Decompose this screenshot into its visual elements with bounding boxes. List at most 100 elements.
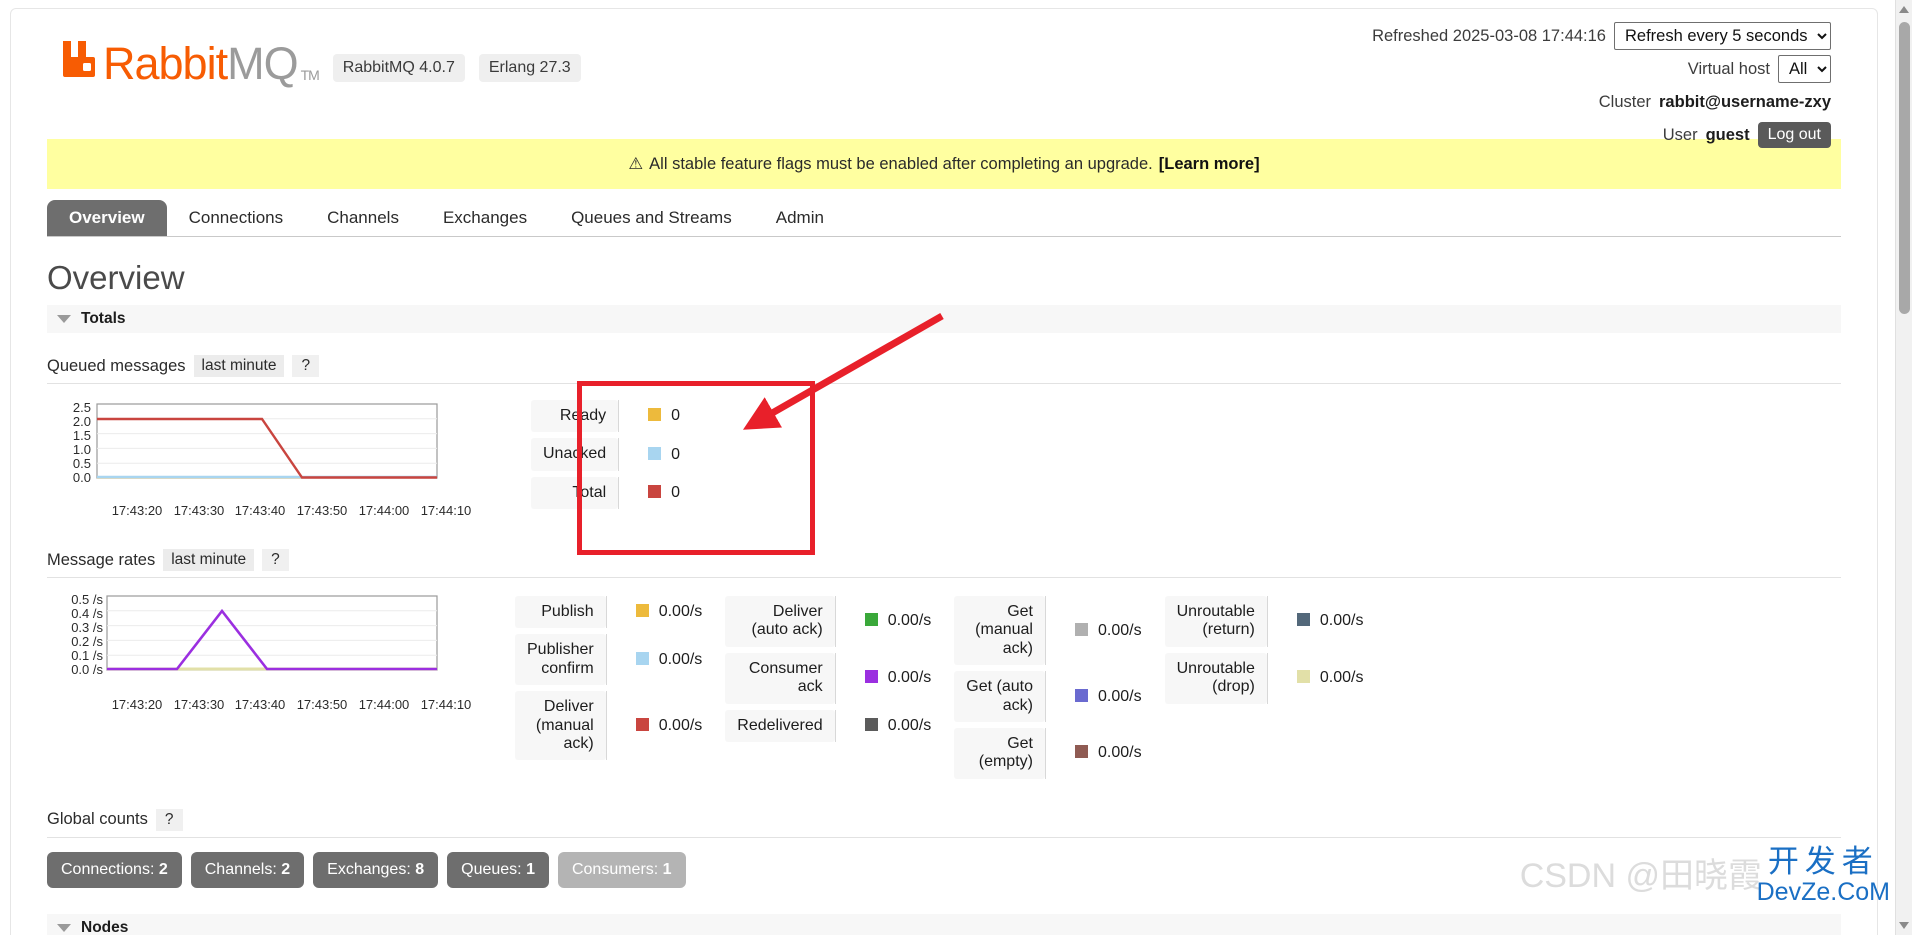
swatch-ready-icon (648, 408, 662, 422)
tab-overview[interactable]: Overview (47, 200, 167, 236)
erlang-version-badge: Erlang 27.3 (478, 54, 581, 82)
rate-number-get-empty: 0.00/s (1097, 744, 1142, 762)
logo-text-mq: MQ (227, 38, 298, 89)
logo-trademark: TM (300, 67, 320, 83)
rate-value-get-manual-ack: 0.00/s (1063, 596, 1143, 665)
tab-admin[interactable]: Admin (754, 200, 846, 236)
rate-row-publisher-confirm: Publisher confirm 0.00/s (515, 634, 703, 686)
rate-number-deliver-manual-ack: 0.00/s (658, 716, 703, 734)
cluster-label: Cluster (1598, 92, 1652, 111)
count-label-exchanges: Exchanges: (327, 860, 411, 878)
count-value-exchanges: 8 (415, 860, 425, 878)
vhost-row: Virtual host All (1372, 55, 1831, 83)
logout-button[interactable]: Log out (1757, 122, 1831, 148)
swatch-deliver-auto-ack-icon (864, 613, 878, 627)
swatch-get-auto-ack-icon (1074, 688, 1088, 702)
message-rates-period-chip[interactable]: last minute (163, 549, 255, 571)
rabbitmq-logo-icon (61, 39, 97, 79)
tab-exchanges[interactable]: Exchanges (421, 200, 549, 236)
ytick-0-3s: 0.3 /s (71, 620, 103, 635)
rate-value-unroutable-drop: 0.00/s (1285, 653, 1365, 704)
refresh-row: Refreshed 2025-03-08 17:44:16 Refresh ev… (1372, 22, 1831, 50)
rate-row-redelivered: Redelivered 0.00/s (725, 709, 932, 742)
legend-label-unacked: Unacked (531, 438, 619, 471)
message-rates-legend-col-1: Publish 0.00/s Publisher confirm 0.00/s … (515, 590, 703, 766)
ytick-0-0s: 0.0 /s (71, 662, 103, 677)
swatch-total-icon (648, 484, 662, 498)
rate-number-redelivered: 0.00/s (887, 716, 932, 734)
queued-messages-period-chip[interactable]: last minute (193, 355, 285, 377)
queued-messages-title: Queued messages (47, 356, 186, 375)
rate-row-unroutable-drop: Unroutable (drop) 0.00/s (1164, 652, 1365, 704)
legend-row-total: Total 0 (531, 476, 681, 510)
legend-row-ready: Ready 0 (531, 400, 681, 433)
section-nodes-label: Nodes (81, 918, 129, 935)
legend-divider (605, 596, 624, 629)
devze-watermark: 开发者 DevZe.CoM (1757, 846, 1890, 905)
legend-value-ready: 0 (636, 400, 681, 432)
section-totals-header[interactable]: Totals (47, 305, 1841, 333)
legend-divider (605, 634, 624, 686)
count-label-connections: Connections: (61, 860, 155, 878)
scrollbar-thumb[interactable] (1899, 22, 1910, 314)
queued-messages-help-icon[interactable]: ? (292, 355, 320, 377)
ytick-0-2s: 0.2 /s (71, 634, 103, 649)
legend-divider (1044, 671, 1063, 722)
tab-queues-and-streams[interactable]: Queues and Streams (549, 200, 754, 236)
ytick-0-1s: 0.1 /s (71, 648, 103, 663)
scroll-up-arrow-icon[interactable] (1899, 6, 1909, 13)
global-counts-help-icon[interactable]: ? (155, 808, 183, 831)
xtick-4: 17:43:50 (297, 503, 348, 518)
count-value-connections: 2 (158, 860, 168, 878)
rate-label-publisher-confirm: Publisher confirm (515, 634, 606, 686)
user-name: guest (1705, 125, 1750, 144)
legend-divider (618, 438, 636, 471)
rate-value-consumer-ack: 0.00/s (853, 653, 933, 704)
swatch-unroutable-return-icon (1296, 613, 1310, 627)
count-pill-exchanges[interactable]: Exchanges: 8 (313, 851, 439, 888)
user-label: User (1662, 125, 1698, 144)
warning-triangle-icon: ⚠ (628, 155, 644, 173)
legend-value-total: 0 (636, 477, 681, 509)
tab-connections[interactable]: Connections (167, 200, 306, 236)
xtick-3: 17:43:40 (235, 503, 286, 518)
warning-text: All stable feature flags must be enabled… (649, 154, 1153, 173)
global-counts-title: Global counts (47, 810, 148, 829)
ytick-2-0: 2.0 (73, 414, 91, 429)
queued-messages-legend: Ready 0 Unacked 0 Total 0 (531, 394, 681, 515)
count-pill-consumers[interactable]: Consumers: 1 (557, 851, 686, 888)
caret-down-icon (57, 315, 71, 323)
section-nodes-header[interactable]: Nodes (47, 913, 1841, 935)
rate-value-get-auto-ack: 0.00/s (1063, 671, 1143, 722)
scroll-down-arrow-icon[interactable] (1899, 922, 1909, 929)
page-scrollbar[interactable] (1895, 0, 1912, 935)
swatch-get-empty-icon (1074, 745, 1088, 759)
count-pill-connections[interactable]: Connections: 2 (47, 851, 182, 888)
xtick-1: 17:43:20 (112, 697, 163, 712)
rate-number-get-manual-ack: 0.00/s (1097, 621, 1142, 639)
legend-divider (1266, 596, 1285, 647)
legend-row-unacked: Unacked 0 (531, 438, 681, 471)
message-rates-help-icon[interactable]: ? (262, 549, 289, 571)
legend-divider (834, 596, 853, 647)
refresh-interval-select[interactable]: Refresh every 5 seconds (1614, 22, 1831, 50)
xtick-3: 17:43:40 (235, 697, 286, 712)
count-pill-queues[interactable]: Queues: 1 (447, 851, 549, 888)
rate-label-deliver-auto-ack: Deliver (auto ack) (725, 596, 835, 647)
message-rates-legend-col-2: Deliver (auto ack) 0.00/s Consumer ack 0… (725, 590, 932, 748)
brand-logo[interactable]: Rabbit MQ TM RabbitMQ 4.0.7 Erlang 27.3 (61, 39, 581, 86)
learn-more-link[interactable]: [Learn more] (1159, 155, 1260, 174)
rate-row-consumer-ack: Consumer ack 0.00/s (725, 652, 933, 704)
refreshed-timestamp: Refreshed 2025-03-08 17:44:16 (1372, 26, 1606, 45)
message-rates-legend-col-3: Get (manual ack) 0.00/s Get (auto ack) 0… (954, 590, 1142, 785)
vhost-select[interactable]: All (1778, 55, 1831, 83)
vhost-label: Virtual host (1687, 59, 1770, 78)
rate-row-get-auto-ack: Get (auto ack) 0.00/s (954, 671, 1142, 722)
rate-row-unroutable-return: Unroutable (return) 0.00/s (1164, 596, 1365, 647)
legend-divider (618, 400, 636, 433)
tab-channels[interactable]: Channels (305, 200, 421, 236)
swatch-deliver-manual-ack-icon (635, 717, 649, 731)
xtick-4: 17:43:50 (297, 697, 348, 712)
count-pill-channels[interactable]: Channels: 2 (190, 851, 305, 888)
rabbitmq-wordmark: Rabbit MQ TM (61, 38, 320, 89)
